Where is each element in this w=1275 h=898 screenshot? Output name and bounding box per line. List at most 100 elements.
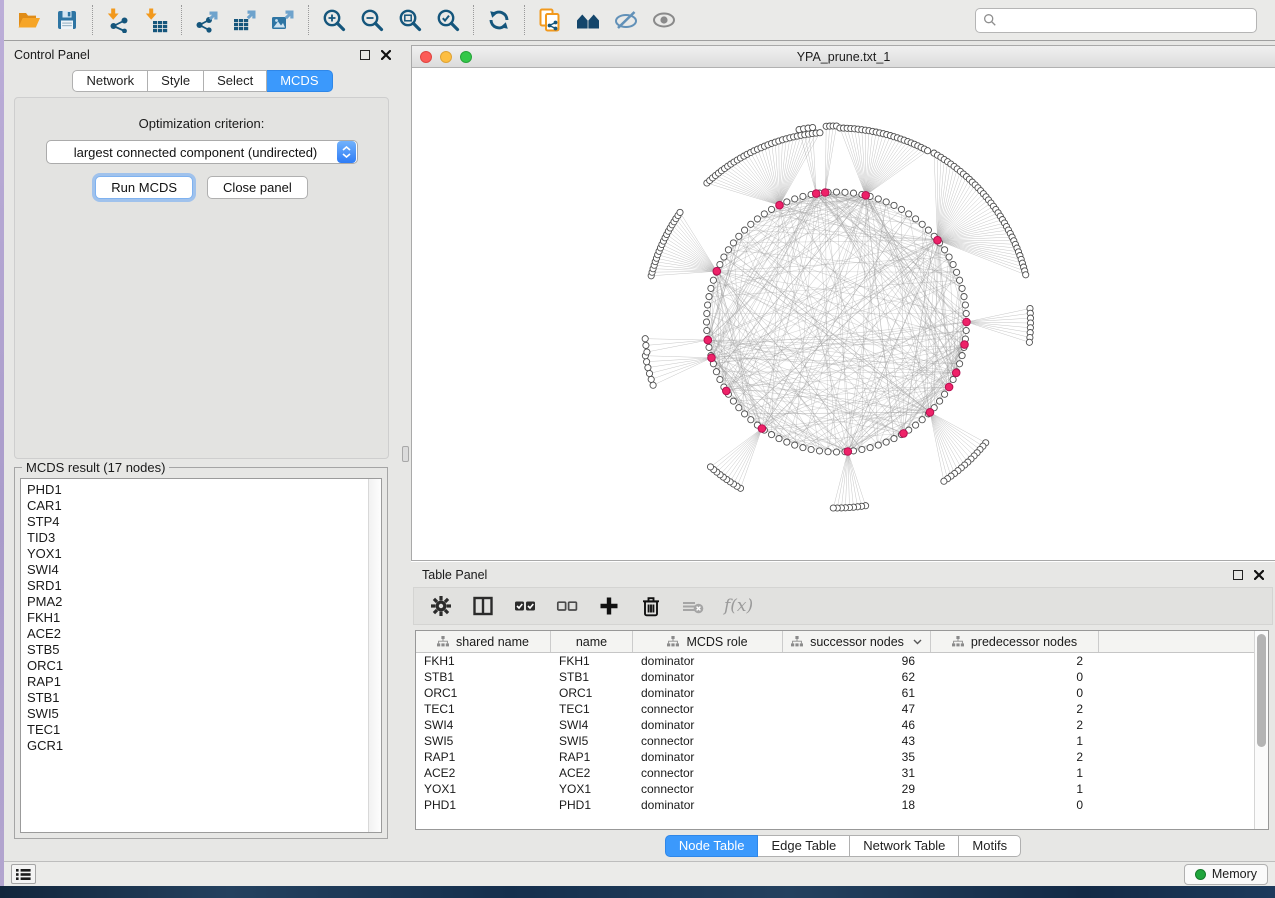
mcds-node[interactable] (713, 267, 721, 275)
network-node[interactable] (833, 189, 839, 195)
network-node[interactable] (754, 216, 760, 222)
network-node[interactable] (708, 285, 714, 291)
tab-edge-table[interactable]: Edge Table (758, 835, 850, 857)
run-mcds-button[interactable]: Run MCDS (95, 176, 193, 199)
mcds-node[interactable] (961, 341, 969, 349)
mcds-node[interactable] (945, 383, 953, 391)
mcds-result-item[interactable]: STB1 (27, 690, 368, 706)
window-zoom-button[interactable] (460, 51, 472, 63)
mcds-result-item[interactable]: YOX1 (27, 546, 368, 562)
column-header-mcds-role[interactable]: MCDS role (633, 631, 783, 652)
satellite-node[interactable] (1023, 272, 1029, 278)
table-row[interactable]: ORC1ORC1dominator610 (416, 685, 1254, 701)
criterion-dropdown[interactable]: largest connected component (undirected) (46, 140, 358, 164)
network-node[interactable] (954, 269, 960, 275)
satellite-node[interactable] (677, 209, 683, 215)
open-session-button[interactable] (10, 3, 48, 37)
network-node[interactable] (761, 211, 767, 217)
network-node[interactable] (833, 449, 839, 455)
mcds-result-list[interactable]: PHD1CAR1STP4TID3YOX1SWI4SRD1PMA2FKH1ACE2… (21, 479, 368, 832)
satellite-node[interactable] (707, 464, 713, 470)
tab-mcds[interactable]: MCDS (267, 70, 332, 92)
network-canvas[interactable] (412, 68, 1275, 560)
satellite-node[interactable] (648, 376, 654, 382)
network-node[interactable] (875, 442, 881, 448)
network-window-titlebar[interactable]: YPA_prune.txt_1 (412, 46, 1275, 68)
network-node[interactable] (913, 422, 919, 428)
network-node[interactable] (957, 361, 963, 367)
mcds-node[interactable] (821, 189, 829, 197)
network-node[interactable] (792, 442, 798, 448)
column-header-name[interactable]: name (551, 631, 633, 652)
function-builder-button[interactable]: f(x) (724, 596, 753, 616)
network-node[interactable] (710, 277, 716, 283)
network-node[interactable] (883, 439, 889, 445)
table-row[interactable]: ACE2ACE2connector311 (416, 765, 1254, 781)
export-network-button[interactable] (188, 3, 226, 37)
network-node[interactable] (898, 206, 904, 212)
network-node[interactable] (906, 211, 912, 217)
tab-node-table[interactable]: Node Table (665, 835, 759, 857)
mcds-result-item[interactable]: ACE2 (27, 626, 368, 642)
column-header-predecessor-nodes[interactable]: predecessor nodes (931, 631, 1099, 652)
panel-splitter[interactable] (401, 41, 411, 861)
network-node[interactable] (937, 398, 943, 404)
save-session-button[interactable] (48, 3, 86, 37)
show-all-button[interactable] (645, 3, 683, 37)
mcds-node[interactable] (900, 430, 908, 438)
tab-style[interactable]: Style (148, 70, 204, 92)
splitter-grip[interactable] (402, 446, 409, 462)
table-scrollbar-thumb[interactable] (1257, 634, 1266, 747)
network-node[interactable] (730, 398, 736, 404)
mcds-result-item[interactable]: SWI5 (27, 706, 368, 722)
tab-select[interactable]: Select (204, 70, 267, 92)
close-panel-button[interactable] (381, 50, 391, 60)
deselect-all-button[interactable] (556, 595, 578, 617)
network-node[interactable] (859, 446, 865, 452)
network-node[interactable] (957, 277, 963, 283)
network-graph[interactable] (412, 68, 1275, 560)
mcds-node[interactable] (926, 409, 934, 417)
mcds-node[interactable] (862, 192, 870, 200)
network-node[interactable] (784, 199, 790, 205)
mcds-result-item[interactable]: STB5 (27, 642, 368, 658)
mcds-node[interactable] (776, 201, 784, 209)
network-node[interactable] (867, 445, 873, 451)
mcds-node[interactable] (844, 448, 852, 456)
mcds-node[interactable] (934, 236, 942, 244)
network-node[interactable] (748, 417, 754, 423)
network-node[interactable] (721, 254, 727, 260)
network-node[interactable] (816, 448, 822, 454)
satellite-node[interactable] (644, 349, 650, 355)
table-scrollbar[interactable] (1254, 631, 1268, 829)
network-node[interactable] (913, 216, 919, 222)
export-image-button[interactable] (264, 3, 302, 37)
satellite-node[interactable] (925, 148, 931, 154)
network-node[interactable] (730, 240, 736, 246)
table-row[interactable]: PHD1PHD1dominator180 (416, 797, 1254, 813)
network-node[interactable] (742, 227, 748, 233)
network-node[interactable] (963, 310, 969, 316)
table-row[interactable]: RAP1RAP1dominator352 (416, 749, 1254, 765)
network-node[interactable] (959, 285, 965, 291)
window-close-button[interactable] (420, 51, 432, 63)
table-row[interactable]: SWI5SWI5connector431 (416, 733, 1254, 749)
table-settings-button[interactable] (430, 595, 452, 617)
satellite-node[interactable] (644, 359, 650, 365)
table-row[interactable]: FKH1FKH1dominator962 (416, 653, 1254, 669)
zoom-out-button[interactable] (353, 3, 391, 37)
network-node[interactable] (925, 227, 931, 233)
satellite-node[interactable] (1026, 339, 1032, 345)
network-node[interactable] (713, 369, 719, 375)
network-node[interactable] (768, 432, 774, 438)
network-node[interactable] (706, 294, 712, 300)
mcds-result-item[interactable]: TEC1 (27, 722, 368, 738)
mcds-result-item[interactable]: SWI4 (27, 562, 368, 578)
network-node[interactable] (950, 376, 956, 382)
network-node[interactable] (959, 353, 965, 359)
mcds-node[interactable] (708, 354, 716, 362)
satellite-node[interactable] (645, 365, 651, 371)
tab-motifs[interactable]: Motifs (959, 835, 1021, 857)
zoom-selected-button[interactable] (429, 3, 467, 37)
network-node[interactable] (919, 417, 925, 423)
